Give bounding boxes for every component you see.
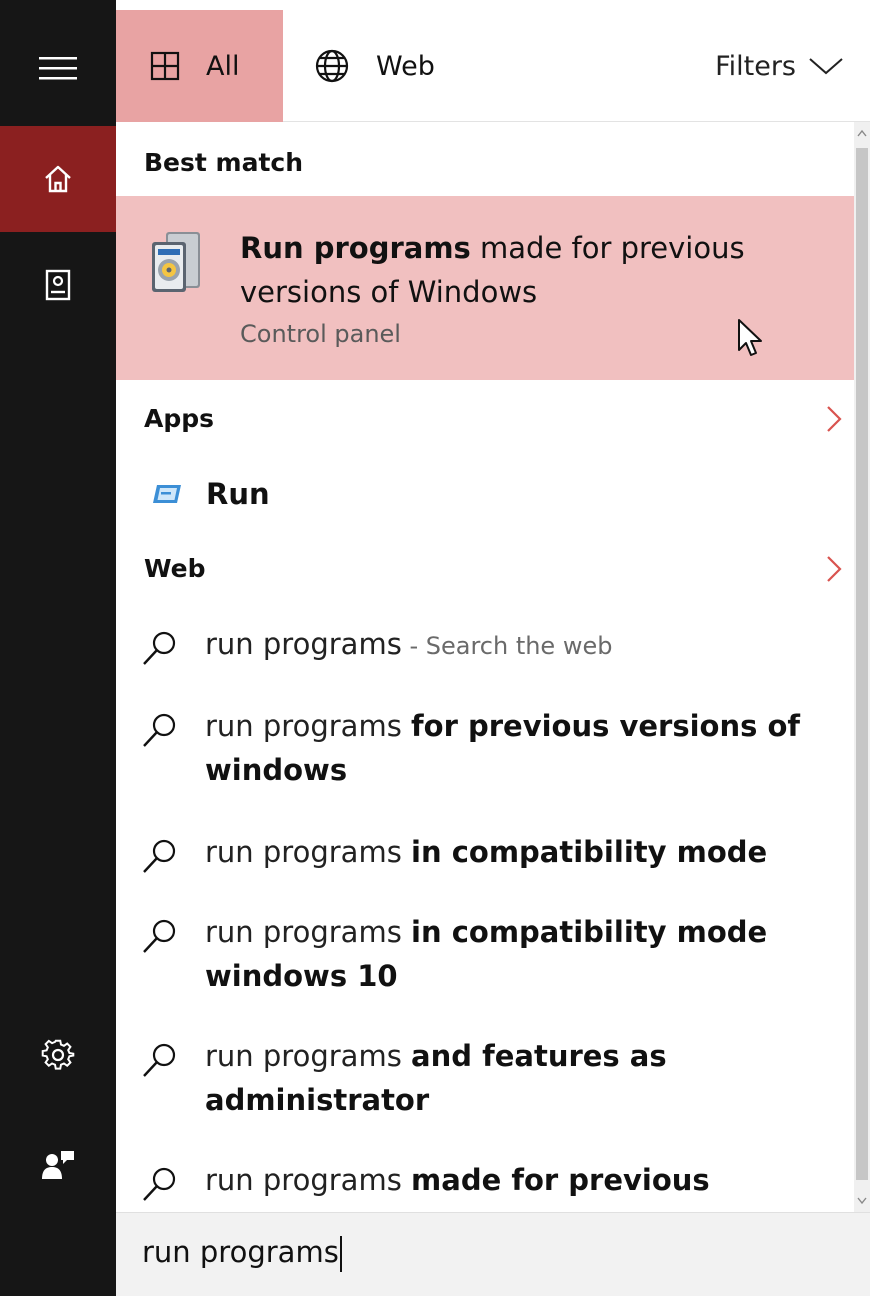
magnifier-icon [143,839,176,873]
chevron-down-icon [857,1197,867,1205]
web-suggestion[interactable]: run programs for previous versions of wi… [116,704,854,796]
best-match-subtitle: Control panel [240,320,401,348]
text-caret [339,1236,342,1272]
hamburger-menu-button[interactable] [0,10,116,126]
compatibility-program-icon [152,232,200,292]
web-suggestion-text: run programs - Search the web [205,622,825,668]
web-suggestion[interactable]: run programs in compatibility mode windo… [116,910,854,1002]
apps-header: Apps [144,404,215,433]
mouse-cursor-icon [738,319,762,356]
tab-web-label: Web [376,50,435,82]
magnifier-icon [143,713,176,747]
suggestion-prefix: run programs [205,709,412,743]
web-suggestion-text: run programs made for previous [205,1158,825,1202]
search-box[interactable]: run programs [116,1212,870,1296]
web-chevron-right-icon[interactable] [824,554,844,584]
web-suggestion-text: run programs and features as administrat… [205,1034,825,1122]
search-query: run programs [142,1235,339,1269]
feedback-button[interactable] [0,1110,116,1220]
web-suggestion[interactable]: run programs made for previous [116,1158,854,1206]
notebook-button[interactable] [0,232,116,338]
web-suggestion[interactable]: run programs - Search the web [116,622,854,670]
suggestion-prefix: run programs [205,1163,412,1197]
app-item-label: Run [206,477,270,511]
scroll-up-button[interactable] [854,124,870,142]
web-suggestion[interactable]: run programs and features as administrat… [116,1034,854,1126]
left-rail [0,0,116,1296]
gear-icon [41,1039,75,1070]
hamburger-menu-icon [39,57,77,80]
web-suggestion-text: run programs for previous versions of wi… [205,704,825,792]
tab-web[interactable]: Web [314,10,435,122]
home-icon [45,165,71,193]
suggestion-bold: made for previous [411,1163,710,1197]
suggestion-prefix: run programs [205,627,402,661]
run-app-icon [144,483,190,505]
web-suggestion[interactable]: run programs in compatibility mode [116,830,854,878]
scroll-down-button[interactable] [854,1192,870,1210]
filters-dropdown[interactable]: Filters [715,10,844,122]
tab-all[interactable]: All [116,10,283,122]
suggestion-prefix: run programs [205,915,412,949]
apps-chevron-right-icon[interactable] [824,404,844,434]
best-match-title-bold: Run programs [240,231,471,265]
best-match-header: Best match [144,148,304,177]
results-scrollbar[interactable] [854,122,870,1212]
magnifier-icon [143,919,176,953]
magnifier-icon [143,1043,176,1077]
grid-icon [150,51,180,81]
notebook-icon [45,269,71,301]
results-panel: Best match Run programs made for previou… [116,122,854,1212]
feedback-icon [42,1151,74,1179]
scroll-thumb[interactable] [856,148,868,1180]
globe-icon [315,49,349,83]
filter-bar: All Web Filters [116,10,870,122]
tab-all-label: All [206,50,240,82]
settings-button[interactable] [0,1000,116,1110]
suggestion-bold: in compatibility mode [411,835,768,869]
suggestion-prefix: run programs [205,835,412,869]
suggestion-hint: - Search the web [401,632,613,660]
chevron-up-icon [857,129,867,137]
best-match-result[interactable]: Run programs made for previous versions … [116,196,854,380]
app-item-run[interactable]: Run [116,466,854,522]
magnifier-icon [143,1167,176,1201]
suggestion-prefix: run programs [205,1039,412,1073]
search-input[interactable]: run programs [142,1235,342,1272]
chevron-down-icon [809,58,843,75]
filters-label: Filters [715,50,796,82]
magnifier-icon [143,631,176,665]
web-header: Web [144,554,206,583]
web-suggestion-text: run programs in compatibility mode windo… [205,910,825,998]
web-suggestion-text: run programs in compatibility mode [205,830,825,874]
best-match-title: Run programs made for previous versions … [240,226,800,314]
home-button[interactable] [0,126,116,232]
